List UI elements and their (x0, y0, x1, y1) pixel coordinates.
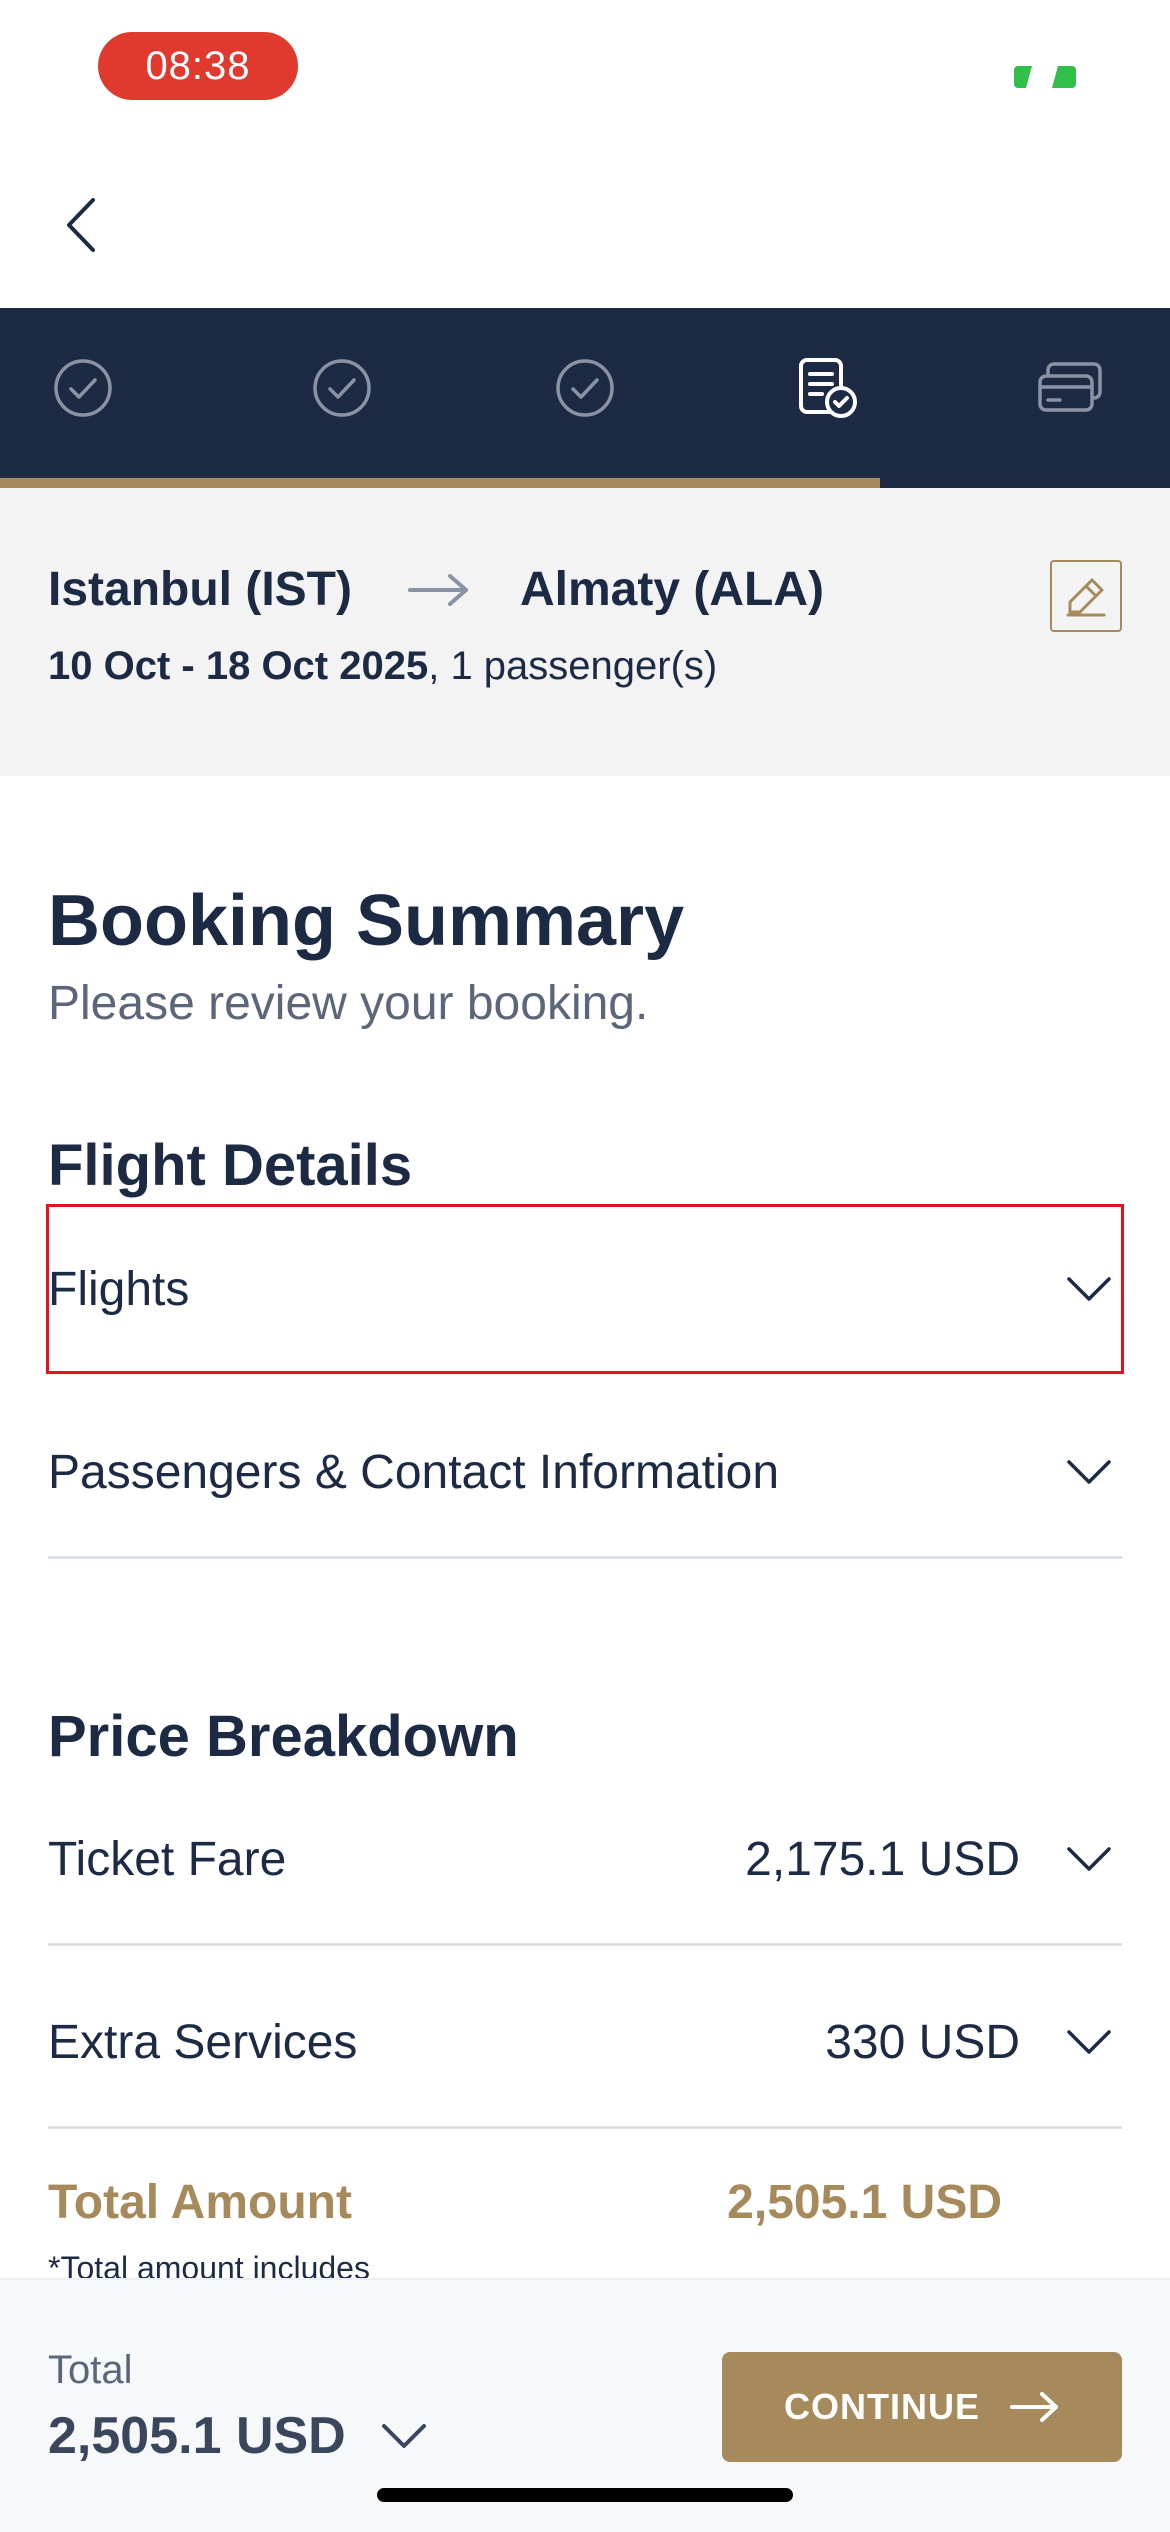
continue-label: CONTINUE (784, 2386, 980, 2427)
extra-services-amount: 330 USD (825, 2015, 1020, 2069)
status-bar: 08:38 (0, 0, 1170, 140)
step-1-completed-icon[interactable] (43, 348, 123, 428)
destination-city: Almaty (ALA) (519, 563, 824, 616)
pencil-icon (1066, 578, 1106, 617)
nav-bar (0, 140, 1170, 308)
bottom-total-amount: 2,505.1 USD (48, 2407, 346, 2465)
chevron-down-icon (381, 2424, 426, 2448)
step-3-completed-icon[interactable] (545, 348, 625, 428)
ticket-fare-row[interactable]: Ticket Fare 2,175.1 USD (48, 1799, 1122, 1919)
chevron-down-icon (1067, 2030, 1111, 2054)
total-amount-row: Total Amount 2,505.1 USD (48, 2175, 1002, 2230)
selection-highlight (46, 1204, 1124, 1374)
price-breakdown-heading: Price Breakdown (48, 1704, 519, 1769)
passengers-contact-label: Passengers & Contact Information (48, 1445, 780, 1499)
bottom-total-toggle[interactable]: 2,505.1 USD (48, 2406, 428, 2466)
back-button[interactable] (50, 190, 110, 260)
step-2-completed-icon[interactable] (302, 348, 382, 428)
home-indicator (377, 2488, 793, 2502)
divider (48, 1943, 1122, 1946)
chevron-left-icon (67, 198, 95, 252)
extra-services-label: Extra Services (48, 2015, 358, 2069)
arrow-right-icon (1010, 2392, 1058, 2422)
divider (48, 1556, 1122, 1559)
ticket-fare-amount: 2,175.1 USD (745, 1832, 1020, 1886)
status-time: 08:38 (98, 32, 298, 100)
passenger-count: , 1 passenger(s) (428, 644, 718, 688)
flight-details-heading: Flight Details (48, 1133, 413, 1198)
step-5-payment-icon[interactable] (1030, 348, 1110, 428)
edit-search-button[interactable] (1050, 560, 1122, 632)
origin-city: Istanbul (IST) (48, 563, 352, 616)
route-summary: Istanbul (IST) Almaty (ALA) 10 Oct - 18 … (0, 488, 1170, 776)
extra-services-row[interactable]: Extra Services 330 USD (48, 1982, 1122, 2102)
passengers-contact-accordion[interactable]: Passengers & Contact Information (48, 1412, 1122, 1532)
arrow-right-icon (407, 573, 468, 606)
bottom-total-label: Total (48, 2348, 133, 2392)
ticket-fare-label: Ticket Fare (48, 1832, 287, 1886)
route-row: Istanbul (IST) Almaty (ALA) (48, 562, 824, 617)
page-title: Booking Summary (48, 881, 685, 961)
divider (48, 2126, 1122, 2129)
chevron-down-icon (1067, 1847, 1111, 1871)
chevron-down-icon (1067, 1460, 1111, 1484)
battery-icon (1014, 66, 1076, 88)
travel-dates: 10 Oct - 18 Oct 2025 (48, 644, 429, 688)
continue-button[interactable]: CONTINUE (722, 2352, 1122, 2462)
step-progress-bar (0, 478, 880, 488)
total-amount-label: Total Amount (48, 2176, 352, 2229)
booking-stepper (0, 308, 1170, 488)
route-details: 10 Oct - 18 Oct 2025, 1 passenger(s) (48, 644, 717, 689)
page-subtitle: Please review your booking. (48, 977, 649, 1030)
step-4-summary-icon[interactable] (787, 348, 867, 428)
total-amount-value: 2,505.1 USD (727, 2176, 1002, 2229)
